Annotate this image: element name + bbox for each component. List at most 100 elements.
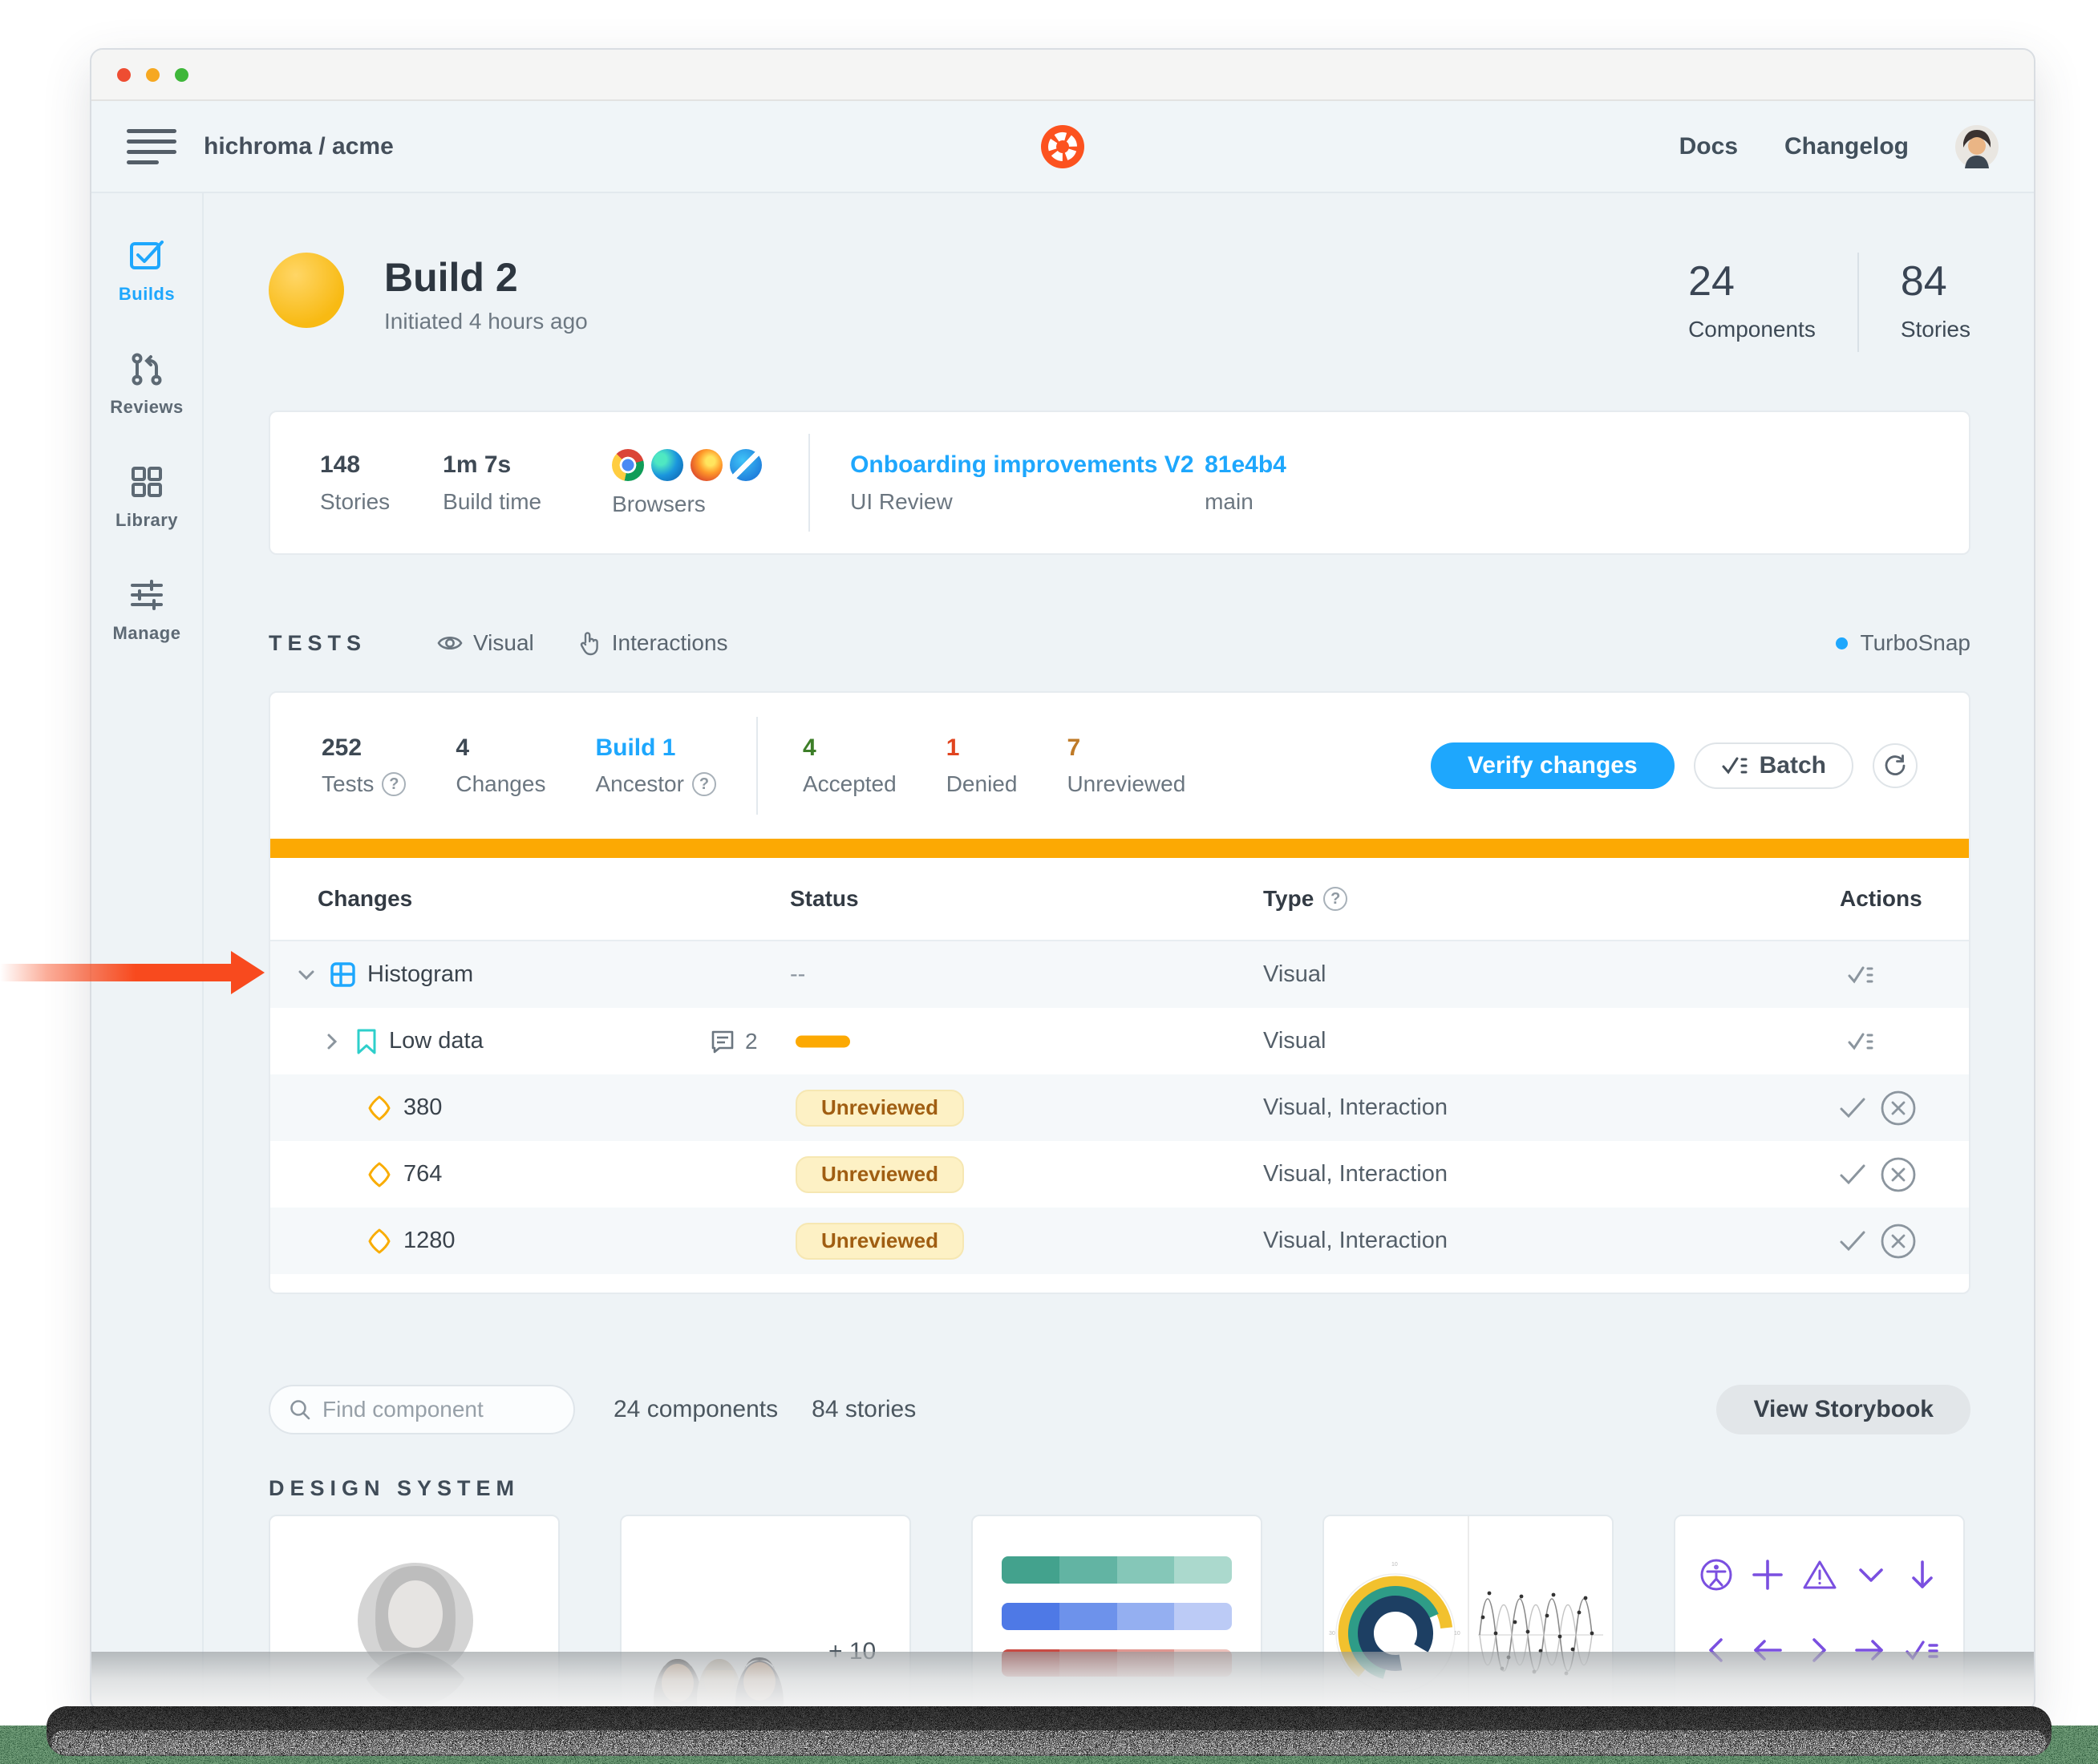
summary-commit: 81e4b4 main [1205, 451, 1286, 515]
sidebar-item-reviews[interactable]: Reviews [110, 350, 184, 418]
build-header: Build 2 Initiated 4 hours ago 24 Compone… [269, 253, 1970, 352]
pull-request-icon [128, 350, 166, 388]
table-row-component[interactable]: Histogram -- Visual [270, 941, 1969, 1008]
divider [808, 434, 810, 532]
stat-ancestor: Build 1 Ancestor? [595, 734, 716, 797]
branch-link[interactable]: Onboarding improvements V2 [850, 451, 1205, 479]
close-window-button[interactable] [117, 68, 131, 82]
component-grid-icon [330, 961, 356, 988]
tap-finger-icon [576, 630, 601, 656]
type-value: Visual, Interaction [1263, 1228, 1840, 1254]
main-content: Build 2 Initiated 4 hours ago 24 Compone… [204, 193, 2034, 1712]
commit-link[interactable]: 81e4b4 [1205, 451, 1286, 479]
comment-icon [710, 1029, 735, 1054]
type-value: Visual, Interaction [1263, 1161, 1840, 1187]
search-input[interactable] [322, 1397, 556, 1422]
eye-icon [437, 630, 463, 656]
batch-accept-icon[interactable] [1847, 1030, 1874, 1054]
svg-text:10: 10 [1454, 1631, 1460, 1637]
type-value: Visual [1263, 961, 1840, 988]
build-progress-bar [270, 839, 1969, 858]
status-value: -- [790, 961, 1263, 988]
page-title: Build 2 [384, 254, 588, 301]
type-value: Visual, Interaction [1263, 1094, 1840, 1121]
sidebar-item-builds[interactable]: Builds [119, 237, 175, 305]
status-badge: Unreviewed [796, 1223, 964, 1260]
svg-text:30: 30 [1329, 1631, 1335, 1637]
design-system-heading: DESIGN SYSTEM [269, 1476, 1970, 1501]
changelog-link[interactable]: Changelog [1784, 133, 1909, 160]
component-finder-row: 24 components 84 stories View Storybook [269, 1385, 1970, 1434]
app-window: hichroma / acme Docs Changelog [90, 48, 2035, 1712]
summary-build-time: 1m 7s Build time [443, 451, 541, 515]
comment-count[interactable]: 2 [710, 1008, 758, 1074]
build-subtitle: Initiated 4 hours ago [384, 309, 588, 334]
table-row-snapshot[interactable]: 1280 Unreviewed Visual, Interaction [270, 1208, 1969, 1274]
app-header: hichroma / acme Docs Changelog [91, 101, 2034, 193]
visual-toggle[interactable]: Visual [437, 630, 534, 656]
chevron-down-icon[interactable] [294, 963, 318, 987]
tests-card: 252 Tests? 4 Changes Build 1 Ancestor? 4 [269, 691, 1970, 1294]
sliders-icon [128, 576, 166, 614]
chevron-right-icon[interactable] [320, 1030, 344, 1054]
menu-icon[interactable] [127, 129, 176, 164]
turbosnap-status: TurboSnap [1836, 630, 1971, 656]
type-value: Visual [1263, 1028, 1840, 1054]
safari-icon [730, 449, 762, 481]
build-status-dot [269, 253, 344, 328]
turbosnap-dot-icon [1836, 637, 1848, 649]
batch-button[interactable]: Batch [1694, 742, 1853, 789]
components-summary: 24 components [614, 1396, 778, 1423]
svg-text:10: 10 [1391, 1562, 1398, 1568]
sidebar-item-manage[interactable]: Manage [113, 576, 181, 644]
help-icon[interactable]: ? [1323, 887, 1347, 911]
annotation-arrow [0, 964, 234, 981]
accept-check-icon[interactable] [1837, 1228, 1868, 1254]
table-row-snapshot[interactable]: 380 Unreviewed Visual, Interaction [270, 1074, 1969, 1141]
verify-changes-button[interactable]: Verify changes [1431, 742, 1675, 789]
batch-accept-icon [1721, 754, 1748, 778]
help-icon[interactable]: ? [382, 772, 406, 796]
accept-check-icon[interactable] [1837, 1095, 1868, 1121]
tests-heading: TESTS [269, 631, 367, 656]
search-field[interactable] [269, 1385, 575, 1434]
minimize-window-button[interactable] [146, 68, 160, 82]
deny-circle-x-icon[interactable] [1879, 1089, 1918, 1127]
search-icon [288, 1398, 312, 1422]
batch-accept-icon[interactable] [1847, 963, 1874, 987]
bookmark-icon [355, 1028, 378, 1055]
status-badge: Unreviewed [796, 1090, 964, 1127]
firefox-icon [691, 449, 723, 481]
deny-circle-x-icon[interactable] [1879, 1222, 1918, 1260]
table-row-story[interactable]: Low data Visual [270, 1008, 1969, 1074]
edge-icon [651, 449, 683, 481]
interactions-toggle[interactable]: Interactions [576, 630, 728, 656]
stat-denied: 1 Denied [946, 734, 1018, 797]
view-storybook-button[interactable]: View Storybook [1716, 1385, 1970, 1434]
warning-triangle-icon [1802, 1558, 1837, 1592]
annotation-arrow-head [231, 951, 265, 994]
stat-accepted: 4 Accepted [803, 734, 897, 797]
docs-link[interactable]: Docs [1679, 133, 1738, 160]
checkbox-check-icon [128, 237, 166, 275]
chromatic-logo-icon[interactable] [1040, 124, 1085, 169]
deny-circle-x-icon[interactable] [1879, 1155, 1918, 1194]
user-avatar[interactable] [1955, 125, 1999, 168]
refresh-button[interactable] [1873, 743, 1918, 788]
diamond-icon [367, 1161, 392, 1188]
project-breadcrumb[interactable]: hichroma / acme [204, 133, 394, 160]
table-row-snapshot[interactable]: 764 Unreviewed Visual, Interaction [270, 1141, 1969, 1208]
diamond-icon [367, 1094, 392, 1122]
components-count: 24 Components [1688, 253, 1816, 342]
ancestor-build-link[interactable]: Build 1 [595, 734, 716, 762]
sidebar-item-library[interactable]: Library [115, 463, 178, 531]
stories-summary: 84 stories [812, 1396, 916, 1423]
help-icon[interactable]: ? [692, 772, 716, 796]
build-summary-card: 148 Stories 1m 7s Build time Browsers [269, 411, 1970, 555]
accept-check-icon[interactable] [1837, 1162, 1868, 1187]
summary-branch: Onboarding improvements V2 UI Review [850, 451, 1205, 515]
stat-changes: 4 Changes [456, 734, 545, 797]
zoom-window-button[interactable] [175, 68, 188, 82]
changes-table-header: Changes Status Type? Actions [270, 858, 1969, 941]
arrow-down-icon [1906, 1558, 1939, 1592]
